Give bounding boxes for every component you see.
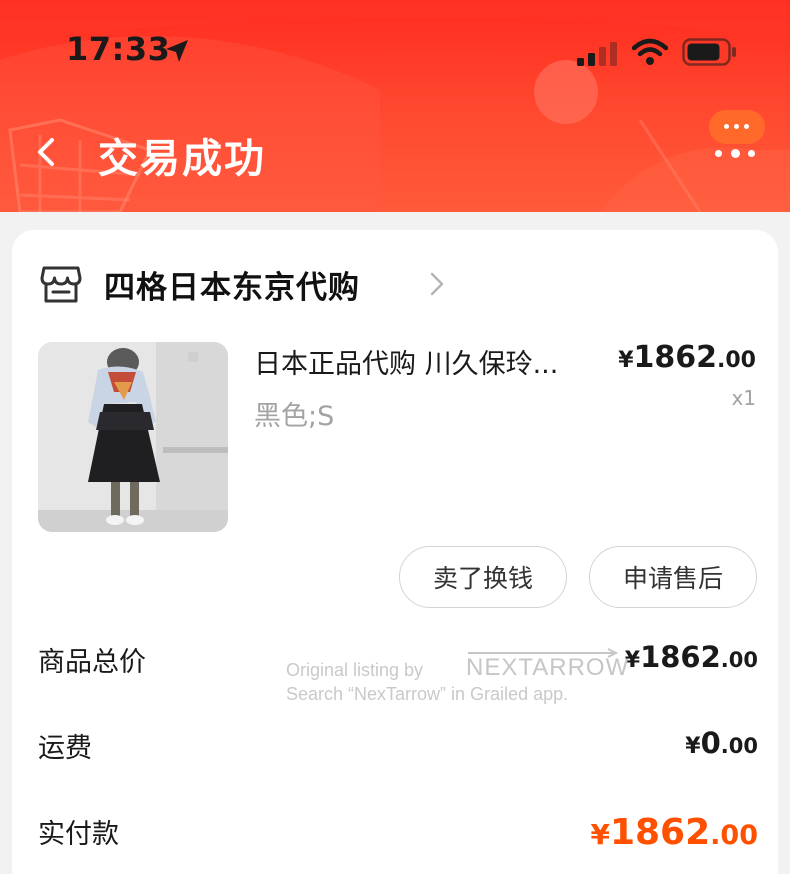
header: 17:33 交易成功 [0, 0, 790, 212]
amount-paid-decimal: .00 [710, 820, 758, 851]
watermark-logo: NEXTARROW [466, 654, 630, 681]
shipping-symbol: ¥ [685, 734, 701, 759]
product-price: ¥1862.00 [618, 340, 756, 375]
shop-icon [40, 266, 82, 303]
chevron-right-icon [430, 272, 444, 296]
page-title: 交易成功 [98, 136, 266, 182]
more-dots-icon[interactable] [711, 146, 759, 160]
shop-row[interactable]: 四格日本东京代购 [40, 260, 540, 308]
product-photo [38, 342, 228, 532]
status-bar: 17:33 [0, 0, 790, 100]
amount-paid-label: 实付款 [38, 819, 119, 850]
shipping-label: 运费 [38, 733, 92, 764]
shipping-integer: 0 [700, 726, 721, 760]
goods-total-label: 商品总价 [38, 647, 146, 678]
amount-paid-integer: 1862 [609, 812, 711, 853]
order-card: 四格日本东京代购 日本正品代购 川久保玲... 黑色;S ¥1862.00 x1 [12, 230, 778, 874]
price-symbol: ¥ [618, 348, 634, 373]
goods-total-decimal: .00 [720, 648, 758, 672]
request-aftersale-button[interactable]: 申请售后 [589, 546, 757, 608]
product-quantity: x1 [731, 386, 756, 410]
shipping-decimal: .00 [720, 734, 758, 758]
message-bubble-icon[interactable] [709, 110, 765, 144]
signal-icon [577, 42, 617, 66]
product-title[interactable]: 日本正品代购 川久保玲... [254, 342, 604, 381]
amount-paid-row: 实付款 ¥1862.00 [38, 812, 758, 862]
product-image[interactable] [38, 342, 228, 532]
amount-paid-value: ¥1862.00 [590, 812, 758, 853]
sell-for-cash-button[interactable]: 卖了换钱 [399, 546, 567, 608]
goods-total-value: ¥1862.00 [625, 640, 758, 674]
shipping-row: 运费 ¥0.00 [38, 726, 758, 776]
price-integer: 1862 [633, 340, 718, 375]
status-time: 17:33 [66, 30, 171, 68]
nav-bar: 交易成功 [0, 100, 790, 212]
watermark-line1: Original listing by [286, 660, 424, 680]
price-decimal: .00 [717, 348, 756, 373]
chevron-left-icon[interactable] [30, 132, 66, 172]
shipping-value: ¥0.00 [685, 726, 758, 760]
product-spec: 黑色;S [254, 401, 335, 432]
goods-total-integer: 1862 [640, 640, 721, 674]
battery-icon [682, 38, 736, 66]
wifi-icon [632, 38, 668, 65]
location-arrow-icon [166, 40, 188, 62]
shop-name[interactable]: 四格日本东京代购 [104, 262, 360, 307]
amount-paid-symbol: ¥ [590, 818, 610, 851]
watermark-line2: Search “NexTarrow” in Grailed app. [286, 684, 569, 704]
watermark: Original listing by NEXTARROW Search “Ne… [286, 648, 630, 708]
